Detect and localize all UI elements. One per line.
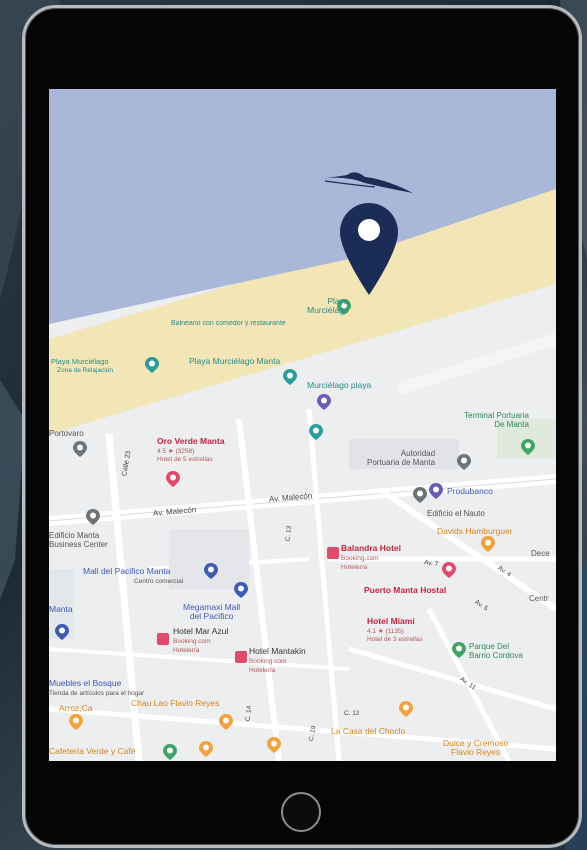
- label-centro: Centr: [529, 594, 549, 603]
- label-mall-sub: Centro comercial: [134, 578, 184, 585]
- label-edificio-nauto: Edificio el Nauto: [427, 509, 485, 518]
- label-c13: C. 13: [284, 525, 293, 542]
- label-mar-azul-sub: Booking.com Hotelería: [173, 638, 211, 654]
- food-marker-icon[interactable]: [219, 714, 233, 730]
- gray-marker-icon[interactable]: [413, 487, 427, 503]
- label-davids: Davids Hamburguer: [437, 526, 513, 536]
- label-mantakin-sub: Booking.com Hotelería: [249, 658, 287, 674]
- label-terminal: Terminal Portuaria De Manta: [464, 411, 529, 429]
- label-playa-murcielago: Playa Murciélago: [307, 296, 349, 315]
- gray-marker-icon[interactable]: [457, 454, 471, 470]
- label-manta-left: Manta: [49, 604, 73, 614]
- label-dulce: Dulce y Cremoso Flavio Reyes: [443, 738, 509, 757]
- label-oro-verde: Oro Verde Manta: [157, 436, 225, 446]
- label-balandra: Balandra Hotel: [341, 543, 401, 553]
- label-playa-murcielago-manta: Playa Murciélago Manta: [189, 356, 281, 366]
- food-marker-icon[interactable]: [69, 714, 83, 730]
- label-mantakin: Hotel Mantakin: [249, 646, 306, 656]
- map-screen[interactable]: Playa Murciélago Balneario con comedor y…: [49, 89, 556, 761]
- stingray-logo-icon: [317, 172, 413, 193]
- label-miami: Hotel Miami: [367, 616, 415, 626]
- shopping-marker-icon[interactable]: [55, 624, 69, 640]
- label-cafeteria: Cafetería Verde y Café: [49, 746, 136, 756]
- label-playa-left-sub: Zona de Relajación: [57, 367, 114, 374]
- label-playa-left: Playa Murciélago: [51, 357, 109, 366]
- label-muebles-sub: Tienda de artículos para el hogar: [49, 690, 145, 697]
- food-marker-icon[interactable]: [481, 536, 495, 552]
- home-button[interactable]: [281, 792, 321, 832]
- gray-marker-icon[interactable]: [86, 509, 100, 525]
- shopping-marker-icon[interactable]: [204, 563, 218, 579]
- label-casa-choclo: La Casa del Choclo: [331, 726, 406, 736]
- food-marker-icon[interactable]: [399, 701, 413, 717]
- label-produbanco: Produbanco: [447, 486, 493, 496]
- label-mall: Mall del Pacifico Manta: [83, 566, 171, 576]
- hotel-marker-icon[interactable]: [166, 471, 180, 487]
- label-muebles: Muebles el Bosque: [49, 678, 122, 688]
- label-puerto-hostal: Puerto Manta Hostal: [364, 585, 447, 595]
- label-playa-sub: Balneario con comedor y restaurante: [171, 320, 286, 327]
- teal-marker-icon[interactable]: [283, 369, 297, 385]
- hotel-square-icon[interactable]: [235, 651, 247, 663]
- park-marker-icon[interactable]: [163, 744, 177, 760]
- shopping-marker-icon[interactable]: [234, 582, 248, 598]
- label-megamaxi: Megamaxi Mall del Pacifico: [183, 602, 241, 621]
- label-balandra-sub: Booking.com Hotelería: [341, 555, 379, 571]
- hotel-square-icon[interactable]: [327, 547, 339, 559]
- label-miami-sub: Hotel de 3 estrellas: [367, 636, 423, 643]
- label-oro-verde-sub: Hotel de 5 estrellas: [157, 456, 213, 463]
- label-av-7: Av. 7: [423, 559, 439, 568]
- purple-marker-icon[interactable]: [317, 394, 331, 410]
- hotel-square-icon[interactable]: [157, 633, 169, 645]
- label-parque: Parque Del Barrio Cordova: [469, 642, 523, 660]
- map-pin-icon[interactable]: [340, 203, 398, 295]
- label-dece: Dece: [531, 549, 550, 558]
- bank-marker-icon[interactable]: [429, 483, 443, 499]
- label-c12: C. 12: [344, 710, 360, 717]
- gray-marker-icon[interactable]: [73, 441, 87, 457]
- label-chau: Chau Lao Flavio Reyes: [131, 698, 220, 708]
- teal-marker-icon[interactable]: [145, 357, 159, 373]
- park-marker-icon[interactable]: [452, 642, 466, 658]
- label-c14: C. 14: [244, 705, 253, 722]
- green-marker-icon[interactable]: [521, 439, 535, 455]
- teal-marker-icon[interactable]: [309, 424, 323, 440]
- label-murcielago-playa: Murciélago playa: [307, 380, 372, 390]
- food-marker-icon[interactable]: [199, 741, 213, 757]
- hotel-marker-icon[interactable]: [442, 562, 456, 578]
- label-edificio-manta: Edificio Manta Business Center: [49, 531, 108, 549]
- label-portovaro: Portovaro: [49, 429, 84, 438]
- label-mar-azul: Hotel Mar Azul: [173, 626, 229, 636]
- label-autoridad: Autoridad Portuaria de Manta: [367, 449, 436, 467]
- label-arroz: Arroz,Ca: [59, 703, 93, 713]
- food-marker-icon[interactable]: [267, 737, 281, 753]
